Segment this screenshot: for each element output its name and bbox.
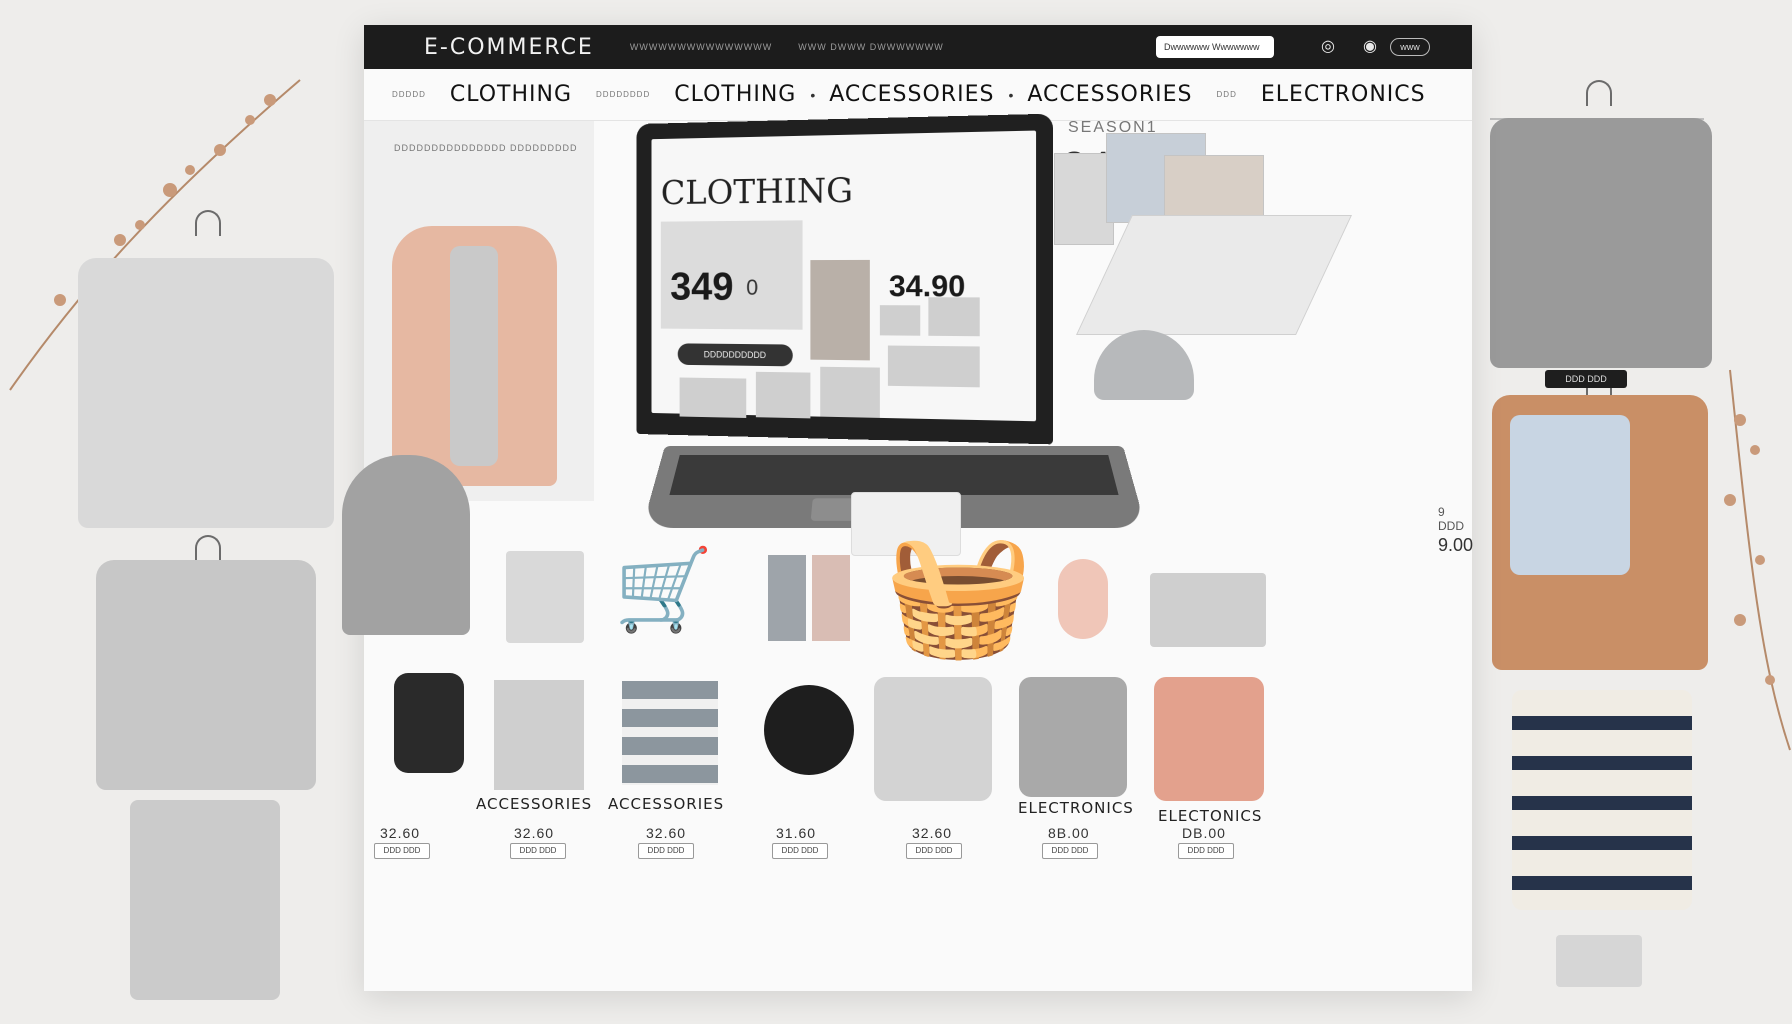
nav-small-label: DDDDD [392, 90, 426, 99]
nav-item-accessories[interactable]: ACCESSORIES [829, 82, 994, 107]
laptop-mockup: CLOTHING 349 0 DDDDDDDDDD 34.90 [636, 113, 1053, 445]
promo-header: DDDDDDDDDDDDDDD DDDDDDDDD [394, 143, 578, 153]
nav-item-accessories-2[interactable]: ACCESSORIES [1027, 82, 1192, 107]
screen-price-suffix: 0 [746, 275, 759, 300]
fabric-swatch-grey[interactable] [768, 555, 806, 641]
screen-title: CLOTHING [660, 170, 854, 213]
promo-coat-card[interactable]: DDDDDDDDDDDDDDD DDDDDDDDD [364, 121, 594, 501]
product-price: 32.60 [514, 825, 555, 841]
product-price: 31.60 [776, 825, 817, 841]
nav-item-electronics[interactable]: ELECTRONICS [1261, 82, 1426, 107]
top-bar: E-COMMERCE WWWWWWWWWWWWWWW WWW DWWW DWWW… [364, 25, 1472, 69]
dried-branch-right [1724, 369, 1791, 751]
phone-case-image[interactable] [506, 551, 584, 643]
knit-scarf-image[interactable] [494, 680, 584, 790]
nav-separator-dot: • [1008, 86, 1014, 103]
grey-cardigan [1490, 118, 1712, 368]
grey-blazer [78, 258, 334, 528]
nav-small-label-end: DDD [1216, 90, 1237, 99]
category-label-accessories-1[interactable]: ACCESSORIES [476, 795, 592, 813]
grey-sweater-image [450, 246, 498, 466]
grey-sweater-image[interactable] [1019, 677, 1127, 797]
nav-item-clothing-2[interactable]: CLOTHING [674, 82, 796, 107]
shop-now-tag-button[interactable]: DDD DDD [1545, 370, 1627, 388]
category-label-accessories-2[interactable]: ACCESSORIES [608, 795, 724, 813]
grey-hoodie [96, 560, 316, 790]
striped-sweater [1512, 690, 1692, 910]
accessory-tray [1076, 215, 1352, 335]
buy-button[interactable]: DDD DDD [1042, 843, 1098, 859]
smartwatch-image[interactable] [394, 673, 464, 773]
earring-set-image[interactable] [1058, 559, 1108, 639]
product-price: DB.00 [1182, 825, 1226, 841]
nav-separator-dot: • [810, 86, 816, 103]
category-label-electronics-1[interactable]: ELECTRONICS [1018, 799, 1134, 817]
blue-shirt-image[interactable] [1510, 415, 1630, 575]
buy-button[interactable]: DDD DDD [638, 843, 694, 859]
screen-thumb[interactable] [928, 297, 980, 337]
grey-cap-image[interactable] [1094, 330, 1194, 400]
product-price: 32.60 [912, 825, 953, 841]
store-page-panel: E-COMMERCE WWWWWWWWWWWWWWW WWW DWWW DWWW… [342, 25, 1630, 991]
screen-price-main: 349 [670, 265, 734, 309]
nav-small-label-mid: DDDDDDDD [596, 90, 651, 99]
grey-bag-image[interactable] [1150, 573, 1266, 647]
buy-button[interactable]: DDD DDD [374, 843, 430, 859]
chronograph-watch-image[interactable] [764, 685, 854, 775]
screen-thumb[interactable] [755, 371, 811, 419]
buy-button[interactable]: DDD DDD [906, 843, 962, 859]
buy-button[interactable]: DDD DDD [1178, 843, 1234, 859]
pink-sweater-image[interactable] [1154, 677, 1264, 801]
screen-thumb[interactable] [887, 345, 980, 388]
small-gift-box [1556, 935, 1642, 987]
product-price: 32.60 [380, 825, 421, 841]
shopping-cart-icon[interactable]: 🛒 [614, 543, 714, 637]
knit-beanie-image[interactable] [342, 455, 470, 635]
cart-button[interactable]: www [1390, 38, 1430, 56]
nav-item-clothing[interactable]: CLOTHING [450, 82, 572, 107]
category-nav: DDDDD CLOTHING DDDDDDDD CLOTHING • ACCES… [364, 69, 1472, 121]
side-price-large: 9.00 [1438, 535, 1474, 555]
category-label-electronics-2[interactable]: ELECTONICS [1158, 807, 1262, 825]
striped-scarf-image[interactable] [622, 681, 718, 785]
hanger-hook-icon [195, 535, 221, 561]
magazine-stack [1054, 153, 1114, 245]
screen-thumb[interactable] [820, 366, 880, 418]
brand-logo[interactable]: E-COMMERCE [424, 35, 594, 60]
hanger-hook-icon [1586, 80, 1612, 106]
hanger-hook-icon [195, 210, 221, 236]
screen-thumb[interactable] [879, 305, 921, 336]
keyboard [669, 454, 1119, 495]
laptop-screen: CLOTHING 349 0 DDDDDDDDDD 34.90 [651, 130, 1037, 422]
screen-thumb[interactable] [679, 377, 747, 418]
search-placeholder: Dwwwwww Wwwwwww [1164, 42, 1260, 52]
shopping-basket-icon[interactable]: 🧺 [884, 525, 1033, 665]
topbar-note: WWWWWWWWWWWWWWW [629, 42, 773, 52]
side-price-small: 9 DDD [1438, 505, 1464, 533]
topbar-note-secondary: WWW DWWW DWWWWWWW [798, 42, 944, 52]
buy-button[interactable]: DDD DDD [510, 843, 566, 859]
search-input[interactable]: Dwwwwww Wwwwwww [1156, 36, 1274, 58]
settings-icon[interactable]: ◉ [1360, 37, 1380, 57]
polo-shirt-image[interactable] [874, 677, 992, 801]
product-price: 8B.00 [1048, 825, 1090, 841]
product-price: 32.60 [646, 825, 687, 841]
buy-button[interactable]: DDD DDD [772, 843, 828, 859]
fabric-swatch-pink[interactable] [812, 555, 850, 641]
account-icon[interactable]: ◎ [1318, 37, 1338, 57]
screen-shop-button[interactable]: DDDDDDDDDD [677, 343, 793, 367]
screen-thumb[interactable] [810, 259, 870, 361]
grey-sweatpants [130, 800, 280, 1000]
